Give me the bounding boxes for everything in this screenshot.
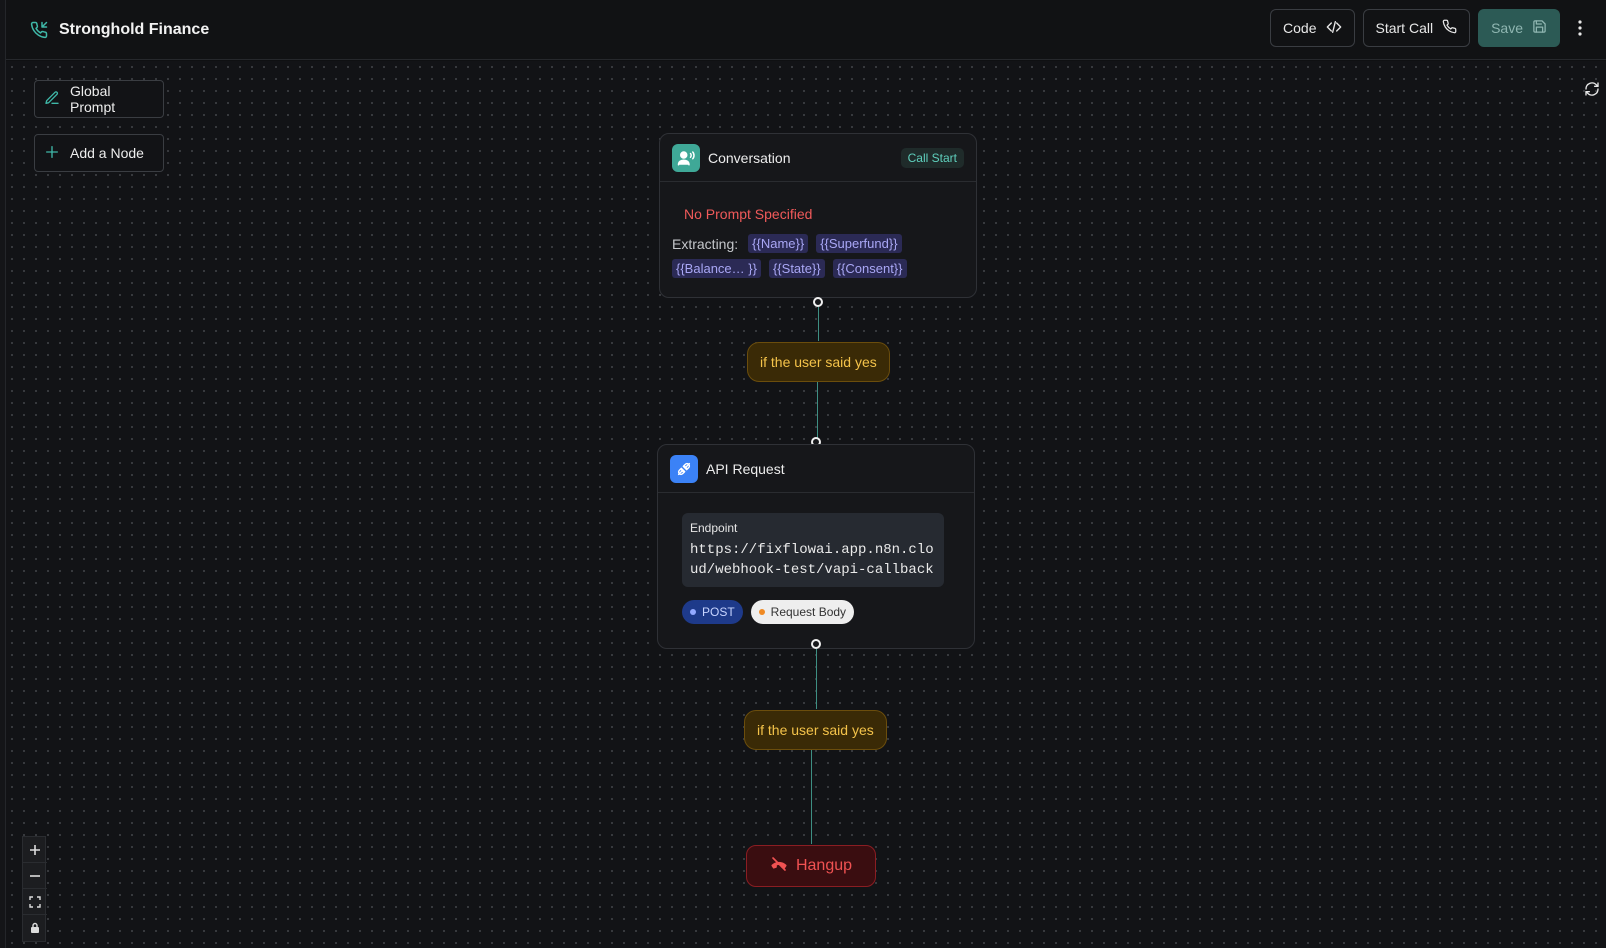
condition-label-2[interactable]: if the user said yes — [744, 710, 887, 750]
start-call-button[interactable]: Start Call — [1362, 9, 1471, 47]
dot-icon — [758, 609, 765, 615]
lock-icon[interactable] — [23, 915, 47, 941]
conversation-node-header: Conversation Call Start — [660, 134, 976, 182]
method-label: POST — [702, 605, 735, 619]
code-button[interactable]: Code — [1270, 9, 1355, 47]
plug-icon — [670, 454, 698, 483]
request-body-label: Request Body — [770, 605, 847, 619]
add-node-button[interactable]: Add a Node — [34, 134, 164, 172]
variable-chip: {{Balance… }} — [672, 259, 761, 278]
save-icon — [1532, 19, 1547, 37]
extraction-variables: Extracting: {{Name}} {{Superfund}} {{Bal… — [672, 234, 972, 278]
method-badge: POST — [682, 600, 743, 624]
zoom-controls — [22, 836, 47, 942]
edge-line — [818, 307, 819, 341]
dot-icon — [690, 609, 696, 615]
no-prompt-warning: No Prompt Specified — [684, 206, 813, 222]
endpoint-label: Endpoint — [690, 521, 738, 535]
variable-chip: {{State}} — [768, 259, 825, 278]
top-bar: Stronghold Finance Code Start Call Save — [6, 0, 1606, 60]
phone-incoming-icon — [29, 20, 49, 40]
start-call-label: Start Call — [1375, 20, 1434, 36]
header-actions: Code Start Call Save — [1270, 9, 1592, 47]
endpoint-box: Endpoint https://fixflowai.app.n8n.cloud… — [682, 513, 944, 587]
hangup-label: Hangup — [795, 857, 853, 874]
hangup-node[interactable]: Hangup — [746, 845, 876, 887]
page-title: Stronghold Finance — [59, 20, 210, 38]
api-request-node-header: API Request — [658, 445, 974, 493]
variable-chip: {{Name}} — [748, 234, 809, 253]
refresh-icon[interactable] — [1582, 79, 1602, 99]
call-start-badge: Call Start — [900, 147, 964, 168]
variable-chip: {{Consent}} — [832, 259, 907, 278]
global-prompt-button[interactable]: Global Prompt — [34, 80, 164, 118]
request-pills: POST Request Body — [682, 600, 855, 624]
edit-icon — [44, 90, 60, 109]
variable-chip: {{Superfund}} — [816, 234, 902, 253]
conversation-output-handle[interactable] — [813, 297, 823, 307]
edge-line — [817, 382, 818, 438]
save-button-label: Save — [1491, 20, 1523, 36]
extracting-label: Extracting: — [672, 235, 739, 252]
zoom-out-button[interactable] — [23, 863, 47, 889]
brand: Stronghold Finance — [29, 20, 209, 40]
phone-icon — [1442, 19, 1457, 37]
api-request-node-title: API Request — [706, 460, 785, 477]
app-root: Stronghold Finance Code Start Call Save — [0, 0, 1606, 948]
add-node-label: Add a Node — [70, 145, 144, 161]
voice-user-icon — [672, 143, 700, 172]
save-button[interactable]: Save — [1478, 9, 1560, 47]
conversation-node[interactable]: Conversation Call Start No Prompt Specif… — [659, 133, 977, 298]
code-button-label: Code — [1283, 20, 1317, 36]
api-request-node[interactable]: API Request Endpoint https://fixflowai.a… — [657, 444, 975, 649]
condition-label-1[interactable]: if the user said yes — [747, 342, 890, 382]
plus-icon — [44, 144, 60, 163]
code-icon — [1326, 19, 1342, 38]
zoom-in-button[interactable] — [23, 837, 47, 863]
api-request-output-handle[interactable] — [811, 639, 821, 649]
request-body-badge: Request Body — [750, 600, 855, 624]
endpoint-url: https://fixflowai.app.n8n.cloud/webhook-… — [690, 542, 934, 578]
edge-line — [816, 649, 817, 709]
more-options-icon[interactable] — [1568, 9, 1592, 47]
phone-off-icon — [770, 855, 788, 878]
conversation-node-title: Conversation — [708, 149, 791, 166]
flow-canvas[interactable]: Global Prompt Add a Node Conversation Ca… — [6, 61, 1606, 948]
fit-view-button[interactable] — [23, 889, 47, 915]
edge-line — [811, 750, 812, 844]
global-prompt-label: Global Prompt — [70, 83, 116, 115]
